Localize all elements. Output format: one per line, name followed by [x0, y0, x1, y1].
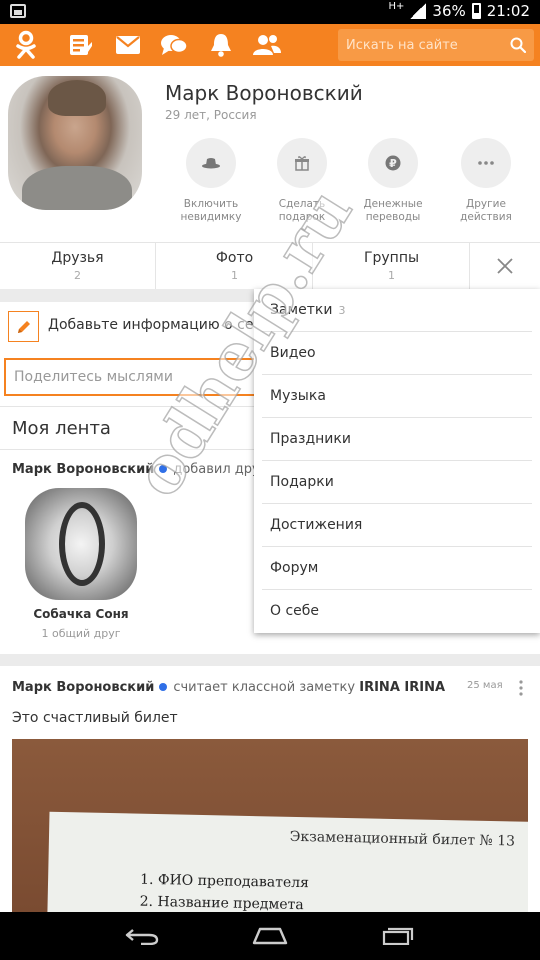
notes-icon[interactable]	[59, 24, 103, 66]
recent-apps-icon[interactable]	[358, 912, 438, 960]
feed-item-header: Марк Вороновский считает классной заметку…	[12, 680, 445, 695]
online-dot-icon	[159, 683, 168, 691]
post-photo[interactable]: Экзаменационный билет № 13 1. ФИО препод…	[12, 739, 528, 912]
back-icon[interactable]	[102, 912, 182, 960]
post-date: 25 мая	[467, 680, 503, 691]
menu-item-music[interactable]: Музыка	[262, 375, 532, 418]
money-transfer-action[interactable]: ₽ Денежные переводы	[348, 138, 438, 224]
feed-title: Моя лента	[12, 418, 111, 439]
menu-item-label: Музыка	[270, 388, 326, 404]
status-bar-right: H+ 36% 21:02	[388, 0, 530, 21]
mutual-friends: 1 общий друг	[41, 627, 121, 640]
friend-avatar-detail	[59, 502, 105, 586]
more-sections-menu: Заметки 3 Видео Музыка Праздники Подарки …	[254, 289, 540, 633]
invisible-mode-action[interactable]: Включить невидимку	[166, 138, 256, 224]
ticket-line: 2. Название предмета	[139, 893, 304, 912]
search-box[interactable]	[338, 29, 534, 61]
menu-item-label: О себе	[270, 603, 320, 619]
action-label: Включить невидимку	[180, 198, 242, 223]
feed-card-liked-note: Марк Вороновский считает классной заметку…	[0, 666, 540, 912]
friends-icon[interactable]	[245, 24, 289, 66]
friend-avatar[interactable]	[25, 488, 137, 600]
close-icon[interactable]	[470, 243, 540, 289]
ruble-icon[interactable]: ₽	[368, 138, 418, 188]
signal-icon	[410, 3, 427, 19]
feed-action-text: считает классной заметку	[173, 680, 356, 695]
mail-icon[interactable]	[106, 24, 150, 66]
tab-label: Фото	[215, 250, 254, 266]
svg-text:₽: ₽	[389, 157, 397, 170]
tab-count: 1	[231, 269, 238, 282]
add-info-text[interactable]: Добавьте информацию о себе	[48, 317, 271, 333]
menu-item-gifts[interactable]: Подарки	[262, 461, 532, 504]
menu-item-label: Достижения	[270, 517, 363, 533]
ticket-line: 1. ФИО преподавателя	[139, 871, 310, 892]
menu-item-video[interactable]: Видео	[262, 332, 532, 375]
avatar-body	[22, 166, 132, 210]
pencil-icon[interactable]	[8, 311, 39, 342]
tab-label: Группы	[363, 250, 420, 266]
action-label: Денежные переводы	[363, 198, 423, 223]
tab-count: 1	[388, 269, 395, 282]
odnoklassniki-logo-icon[interactable]	[4, 24, 48, 66]
feed-item-header: Марк Вороновский добавил друга	[12, 462, 275, 477]
other-actions[interactable]: Другие действия	[441, 138, 531, 224]
online-dot-icon	[159, 465, 168, 473]
send-gift-action[interactable]: Сделать подарок	[257, 138, 347, 224]
ticket-title: Экзаменационный билет № 13	[289, 828, 516, 850]
bell-icon[interactable]	[199, 24, 243, 66]
profile-name: Марк Вороновский	[165, 81, 363, 105]
network-type: H+	[388, 0, 405, 12]
menu-item-notes[interactable]: Заметки 3	[262, 289, 532, 332]
menu-item-label: Форум	[270, 560, 319, 576]
menu-item-count: 3	[338, 304, 346, 317]
chat-icon[interactable]	[152, 24, 196, 66]
profile-details: 29 лет, Россия	[165, 108, 257, 122]
friend-name-link[interactable]: Собачка Соня	[0, 607, 162, 621]
menu-item-label: Заметки 3	[270, 302, 345, 318]
post-text: Это счастливый билет	[12, 710, 178, 726]
more-icon[interactable]	[461, 138, 511, 188]
menu-item-label: Праздники	[270, 431, 351, 447]
tab-friends[interactable]: Друзья 2	[0, 243, 156, 289]
menu-item-about[interactable]: О себе	[262, 590, 532, 633]
search-input[interactable]	[346, 29, 506, 61]
profile-tabs: Друзья 2 Фото 1 Группы 1	[0, 242, 540, 289]
feed-author-link[interactable]: Марк Вороновский	[12, 680, 154, 695]
menu-item-achievements[interactable]: Достижения	[262, 504, 532, 547]
action-label: Другие действия	[460, 198, 512, 223]
menu-item-text: Заметки	[270, 302, 333, 318]
tab-count: 2	[74, 269, 81, 282]
avatar-hair	[48, 80, 106, 116]
feed-author-link[interactable]: Марк Вороновский	[12, 462, 154, 477]
home-icon[interactable]	[230, 912, 310, 960]
note-author-link[interactable]: IRINA IRINA	[359, 680, 445, 695]
menu-item-forum[interactable]: Форум	[262, 547, 532, 590]
battery-percent: 36%	[432, 2, 466, 20]
gallery-notification-icon	[10, 4, 26, 18]
tab-groups[interactable]: Группы 1	[314, 243, 470, 289]
menu-item-label: Видео	[270, 345, 316, 361]
post-menu-icon[interactable]	[516, 678, 526, 698]
status-bar: H+ 36% 21:02	[0, 0, 540, 24]
hat-icon[interactable]	[186, 138, 236, 188]
top-toolbar	[0, 24, 540, 66]
menu-item-holidays[interactable]: Праздники	[262, 418, 532, 461]
battery-icon	[471, 3, 481, 19]
tab-label: Друзья	[51, 250, 104, 266]
ticket-paper: Экзаменационный билет № 13 1. ФИО препод…	[46, 811, 528, 912]
action-label: Сделать подарок	[278, 198, 326, 223]
tab-photos[interactable]: Фото 1	[157, 243, 313, 289]
gift-icon[interactable]	[277, 138, 327, 188]
system-nav-bar	[0, 912, 540, 960]
search-icon[interactable]	[510, 37, 527, 57]
profile-avatar[interactable]	[8, 76, 142, 210]
menu-item-label: Подарки	[270, 474, 334, 490]
clock: 21:02	[486, 2, 530, 20]
